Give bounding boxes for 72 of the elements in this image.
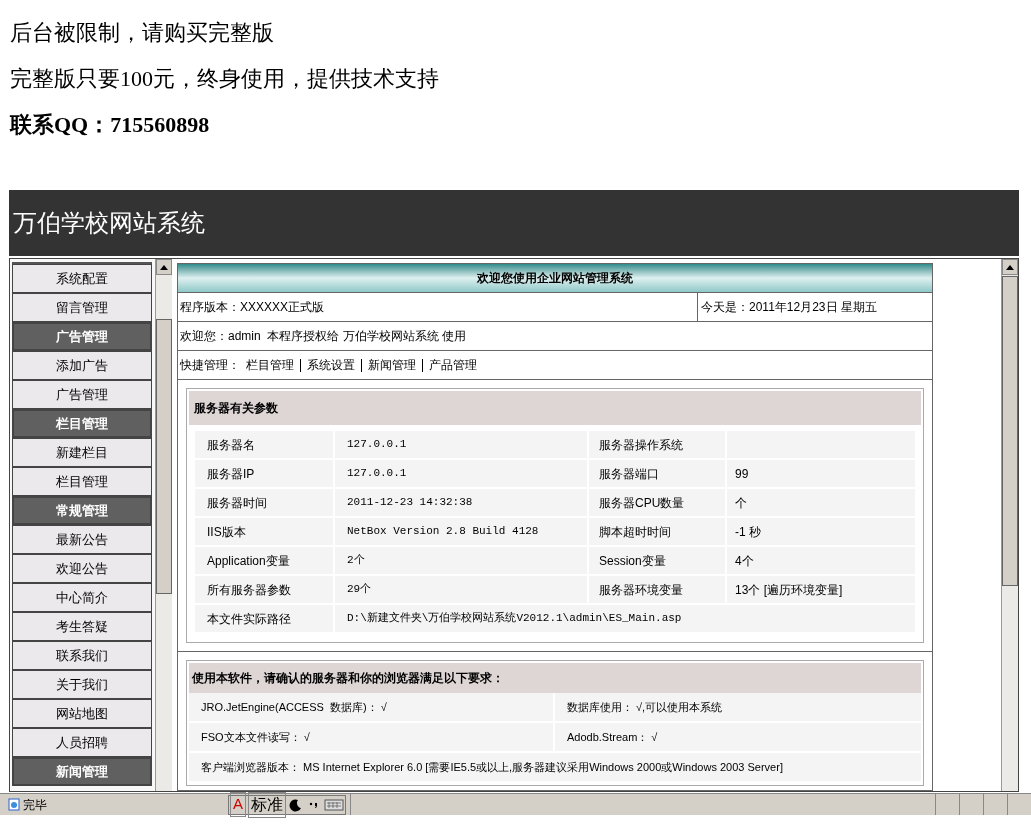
sidebar-section-header[interactable]: 栏目管理 [12, 409, 152, 438]
sidebar-item[interactable]: 栏目管理 [12, 467, 152, 496]
moon-icon[interactable] [288, 796, 304, 813]
param-value: 4个 [734, 552, 755, 570]
param-label: Session变量 [587, 547, 727, 574]
version-text: 程序版本：XXXXXX正式版 [178, 293, 698, 321]
welcome-title-bar: 欢迎您使用企业网站管理系统 [178, 264, 932, 292]
param-value: 2个 [346, 553, 366, 569]
sidebar-item[interactable]: 系统配置 [12, 264, 152, 293]
scrollbar[interactable] [1001, 259, 1018, 791]
ime-button[interactable]: A [230, 792, 246, 817]
requirement-text: JRO.JetEngine(ACCESS 数据库)： √ [189, 693, 555, 721]
sidebar-section-header[interactable]: 广告管理 [12, 322, 152, 351]
sidebar-item[interactable]: 联系我们 [12, 641, 152, 670]
sidebar-item[interactable]: 网站地图 [12, 699, 152, 728]
param-value: 127.0.0.1 [346, 437, 408, 453]
notice-text: 完整版只要100元，终身使用，提供技术支持 [10, 65, 439, 93]
param-value: D:\新建文件夹\万伯学校网站系统V2012.1\admin\ES_Main.asp [346, 611, 683, 627]
param-label: 服务器端口 [587, 460, 727, 487]
param-label: 服务器时间 [195, 489, 335, 516]
sidebar-item[interactable]: 最新公告 [12, 525, 152, 554]
param-label: IIS版本 [195, 518, 335, 545]
param-label: 服务器名 [195, 431, 335, 458]
sidebar-section-header[interactable]: 新闻管理 [12, 757, 152, 786]
param-label: Application变量 [195, 547, 335, 574]
quick-link[interactable]: 系统设置 [307, 356, 355, 374]
param-label: 服务器CPU数量 [587, 489, 727, 516]
scrollbar[interactable] [155, 259, 172, 791]
param-value: 127.0.0.1 [346, 466, 408, 482]
param-label: 服务器IP [195, 460, 335, 487]
up-arrow-icon [160, 264, 168, 270]
ime-button[interactable]: 标准 [248, 791, 286, 818]
notice-text: 联系QQ：715560898 [10, 111, 210, 139]
status-text: 完毕 [23, 796, 48, 814]
quick-link[interactable]: 栏目管理 [246, 356, 294, 374]
quick-label: 快捷管理： [180, 357, 240, 374]
sidebar-item[interactable]: 新建栏目 [12, 438, 152, 467]
requirement-text: Adodb.Stream： √ [566, 729, 659, 745]
sidebar-item[interactable]: 中心简介 [12, 583, 152, 612]
requirement-text: FSO文本文件读写： √ [189, 723, 555, 751]
site-title: 万伯学校网站系统 [13, 209, 205, 238]
date-text: 今天是：2011年12月23日 星期五 [700, 299, 878, 316]
notice-text: 后台被限制，请购买完整版 [10, 19, 274, 47]
param-value: 13个 [遍历环境变量] [734, 581, 844, 599]
section-header: 使用本软件，请确认的服务器和你的浏览器满足以下要求： [189, 663, 921, 693]
param-value: 2011-12-23 14:32:38 [346, 495, 474, 511]
sidebar-item[interactable]: 添加广告 [12, 351, 152, 380]
up-arrow-icon [1006, 264, 1014, 270]
sidebar-item[interactable]: 关于我们 [12, 670, 152, 699]
welcome-text: 欢迎您：admin 本程序授权给 万伯学校网站系统 使用 [180, 328, 467, 345]
param-label: 脚本超时时间 [587, 518, 727, 545]
param-label: 服务器环境变量 [587, 576, 727, 603]
sidebar-item[interactable]: 考生答疑 [12, 612, 152, 641]
page-icon [8, 798, 20, 811]
param-value: 99 [734, 465, 750, 483]
param-value: 29个 [346, 582, 373, 598]
sidebar-section-header[interactable]: 常规管理 [12, 496, 152, 525]
sidebar-item[interactable]: 留言管理 [12, 293, 152, 322]
sidebar-item[interactable]: 欢迎公告 [12, 554, 152, 583]
requirement-text: 客户端浏览器版本： MS Internet Explorer 6.0 [需要IE5.5或以上,服务器建议采用Windows 2000或Windows 2003 Server] [200, 759, 784, 775]
param-value: -1 秒 [734, 523, 762, 541]
section-header: 服务器有关参数 [189, 391, 921, 425]
quick-link[interactable]: 新闻管理 [368, 356, 416, 374]
param-label: 所有服务器参数 [195, 576, 335, 603]
quick-link[interactable]: 产品管理 [429, 356, 477, 374]
param-value: NetBox Version 2.8 Build 4128 [346, 524, 540, 540]
param-value: 个 [734, 494, 748, 512]
param-label: 本文件实际路径 [195, 605, 335, 632]
requirement-text: 数据库使用： √,可以使用本系统 [566, 699, 724, 715]
sidebar-item[interactable]: 广告管理 [12, 380, 152, 409]
param-label: 服务器操作系统 [587, 431, 727, 458]
sidebar-item[interactable]: 人员招聘 [12, 728, 152, 757]
